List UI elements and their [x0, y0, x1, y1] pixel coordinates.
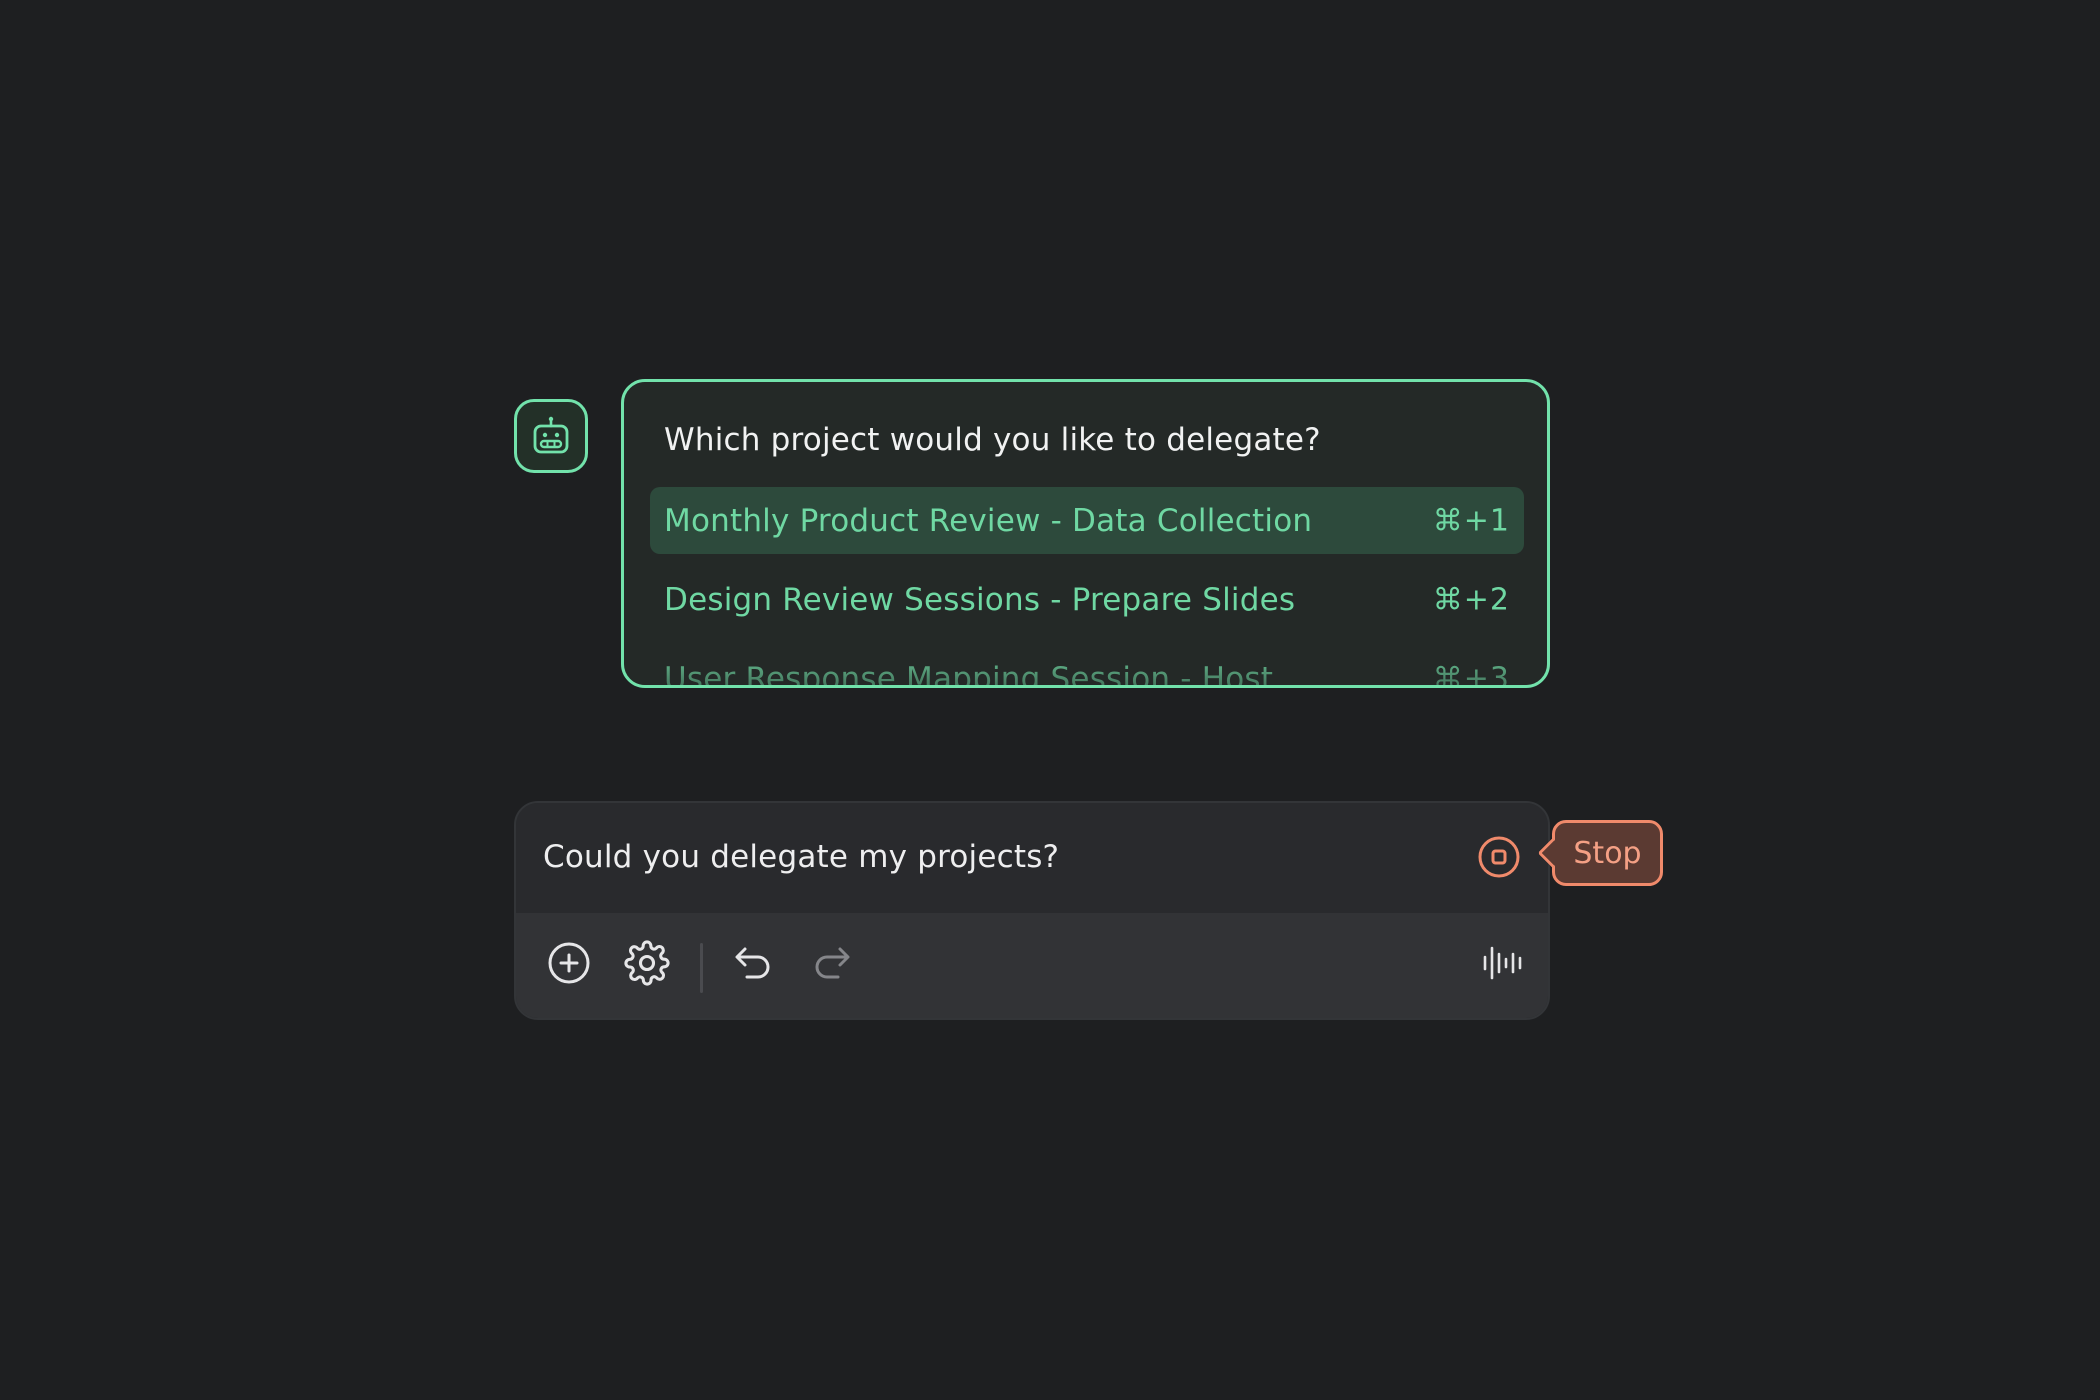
keyboard-shortcut: ⌘+1	[1432, 503, 1510, 538]
stop-tooltip-label: Stop	[1573, 835, 1642, 871]
plus-circle-icon	[548, 942, 590, 984]
keyboard-shortcut: ⌘+2	[1432, 582, 1510, 617]
settings-button[interactable]	[619, 935, 675, 991]
stop-icon	[1478, 836, 1520, 878]
keyboard-shortcut: ⌘+3	[1432, 661, 1510, 688]
message-input-text: Could you delegate my projects?	[543, 839, 1060, 875]
toolbar-divider	[700, 943, 703, 993]
bot-avatar	[514, 399, 588, 473]
project-option-label: User Response Mapping Session - Host	[664, 660, 1274, 688]
redo-icon	[815, 947, 850, 979]
redo-button[interactable]	[804, 935, 860, 991]
chat-composer: Could you delegate my projects?	[514, 801, 1550, 1020]
message-input[interactable]: Could you delegate my projects?	[516, 803, 1548, 913]
robot-icon	[533, 416, 569, 454]
stop-tooltip: Stop	[1537, 820, 1663, 886]
composer-toolbar	[516, 913, 1548, 1018]
undo-button[interactable]	[725, 935, 781, 991]
project-option-label: Monthly Product Review - Data Collection	[664, 502, 1313, 539]
add-button[interactable]	[541, 935, 597, 991]
project-option[interactable]: Design Review Sessions - Prepare Slides …	[650, 566, 1524, 633]
voice-input-button[interactable]	[1474, 935, 1530, 991]
stop-button[interactable]	[1477, 835, 1521, 879]
project-option[interactable]: Monthly Product Review - Data Collection…	[650, 487, 1524, 554]
waveform-icon	[1483, 946, 1522, 980]
gear-icon	[624, 940, 670, 986]
project-option-label: Design Review Sessions - Prepare Slides	[664, 581, 1296, 618]
project-option[interactable]: User Response Mapping Session - Host ⌘+3	[650, 645, 1524, 688]
assistant-message-card: Which project would you like to delegate…	[621, 379, 1550, 688]
assistant-question: Which project would you like to delegate…	[664, 422, 1321, 458]
undo-icon	[735, 947, 770, 979]
